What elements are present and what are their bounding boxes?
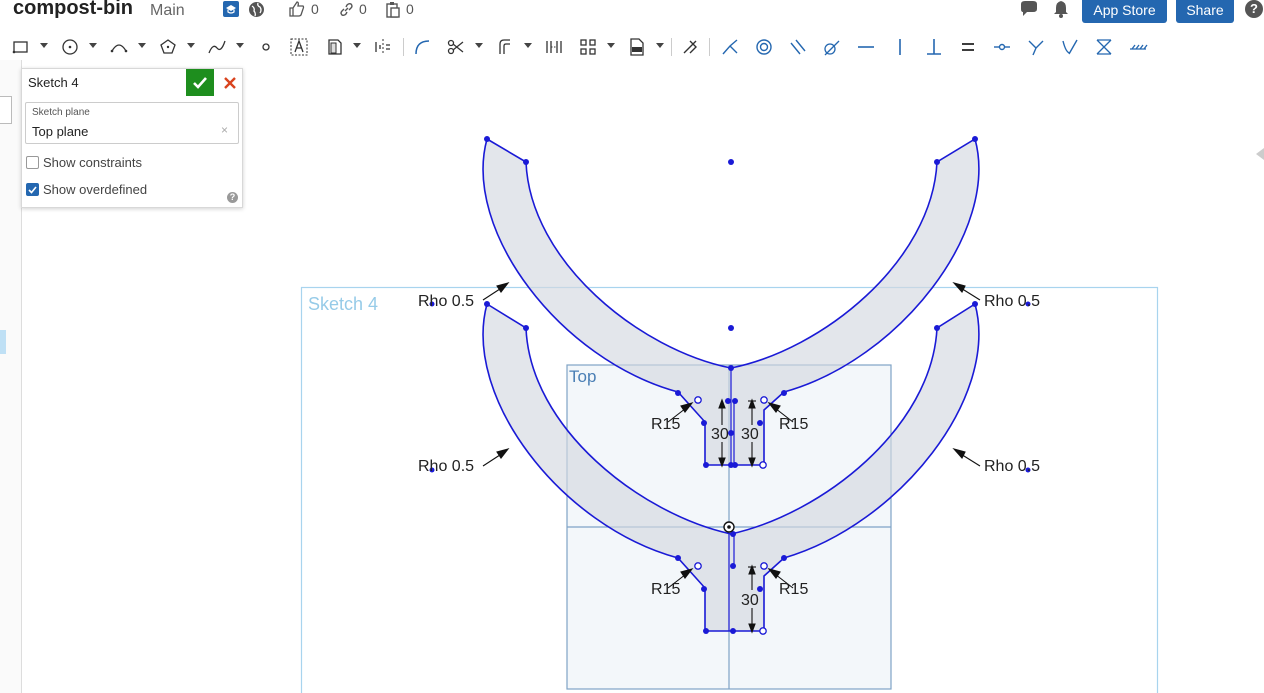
rectangle-dropdown-icon[interactable]: [40, 43, 48, 48]
dxf-import-tool-icon[interactable]: [624, 34, 650, 60]
construction-dropdown-icon[interactable]: [353, 43, 361, 48]
tangent-tool-icon[interactable]: [819, 34, 845, 60]
toolbar-divider: [709, 38, 710, 56]
top-bar: compost-bin Main 0 0 0 App Store Share ?: [0, 0, 1264, 26]
show-overdefined-label: Show overdefined: [43, 182, 148, 197]
toolbar-divider: [403, 38, 404, 56]
circle-dropdown-icon[interactable]: [89, 43, 97, 48]
vertical-tool-icon[interactable]: [887, 34, 913, 60]
comments-icon[interactable]: [1019, 0, 1039, 18]
sketch-dialog: Sketch 4 Sketch plane Top plane × Show c…: [21, 68, 243, 208]
close-icon: [224, 76, 236, 89]
branch-name[interactable]: Main: [150, 2, 185, 20]
dxf-dropdown-icon[interactable]: [656, 43, 664, 48]
copies-button[interactable]: 0: [385, 0, 414, 18]
spline-tool-icon[interactable]: [204, 34, 230, 60]
arc-tool-icon[interactable]: [106, 34, 132, 60]
show-overdefined-checkbox[interactable]: [26, 183, 39, 196]
point-tool-icon[interactable]: [253, 34, 279, 60]
share-button[interactable]: Share: [1176, 0, 1234, 23]
accept-button[interactable]: [186, 69, 214, 96]
toolbar-divider: [671, 38, 672, 56]
text-tool-icon[interactable]: [286, 34, 312, 60]
rho-dimension-upper-right[interactable]: Rho 0.5: [984, 293, 1040, 310]
trim-tool-icon[interactable]: [443, 34, 469, 60]
pierce-tool-icon[interactable]: [1057, 34, 1083, 60]
parallel-tool-icon[interactable]: [785, 34, 811, 60]
learning-center-icon[interactable]: [222, 0, 240, 18]
polygon-tool-icon[interactable]: [155, 34, 181, 60]
link-icon: [340, 2, 353, 16]
selected-feature-marker: [0, 330, 6, 354]
like-count: 0: [311, 1, 319, 17]
rectangle-tool-icon[interactable]: [8, 34, 34, 60]
radius-dimension-upper-right[interactable]: R15: [779, 416, 808, 433]
clear-plane-icon[interactable]: ×: [221, 123, 228, 137]
perpendicular-tool-icon[interactable]: [921, 34, 947, 60]
sketch-dialog-title: Sketch 4: [28, 75, 79, 90]
check-icon: [28, 185, 37, 194]
rho-dimension-lower-left[interactable]: Rho 0.5: [418, 458, 474, 475]
cancel-button[interactable]: [218, 69, 242, 96]
feature-list-strip[interactable]: [0, 60, 22, 693]
links-count: 0: [359, 1, 367, 17]
app-store-button[interactable]: App Store: [1082, 0, 1167, 23]
symmetric-tool-icon[interactable]: [1091, 34, 1117, 60]
like-button[interactable]: 0: [288, 0, 319, 18]
linear-pattern-tool-icon[interactable]: [541, 34, 567, 60]
rho-dimension-lower-right[interactable]: Rho 0.5: [984, 458, 1040, 475]
right-panel-toggle-icon[interactable]: [1256, 148, 1264, 160]
show-constraints-row[interactable]: Show constraints: [26, 155, 142, 170]
offset-dropdown-icon[interactable]: [524, 43, 532, 48]
horizontal-tool-icon[interactable]: [853, 34, 879, 60]
spline-dropdown-icon[interactable]: [236, 43, 244, 48]
radius-dimension-upper-left[interactable]: R15: [651, 416, 680, 433]
radius-dimension-lower-left[interactable]: R15: [651, 581, 680, 598]
coincident-tool-icon[interactable]: [717, 34, 743, 60]
fix-tool-icon[interactable]: [1125, 34, 1151, 60]
circle-tool-icon[interactable]: [57, 34, 83, 60]
links-button[interactable]: 0: [339, 0, 367, 18]
feature-list-tab[interactable]: [0, 96, 12, 124]
height-dimension-lower[interactable]: 30: [741, 592, 759, 609]
origin-center: [727, 525, 731, 529]
mirror-tool-icon[interactable]: [370, 34, 396, 60]
equal-tool-icon[interactable]: [955, 34, 981, 60]
normal-tool-icon[interactable]: [1023, 34, 1049, 60]
arc-dropdown-icon[interactable]: [138, 43, 146, 48]
trim-dropdown-icon[interactable]: [475, 43, 483, 48]
midpoint-tool-icon[interactable]: [989, 34, 1015, 60]
help-icon[interactable]: ?: [1245, 0, 1263, 18]
plane-label: Top: [569, 367, 596, 386]
pattern-dropdown-icon[interactable]: [607, 43, 615, 48]
show-overdefined-row[interactable]: Show overdefined: [26, 182, 147, 197]
show-constraints-checkbox[interactable]: [26, 156, 39, 169]
globe-icon[interactable]: [248, 0, 265, 18]
concentric-tool-icon[interactable]: [751, 34, 777, 60]
show-constraints-label: Show constraints: [43, 155, 142, 170]
construction-tool-icon[interactable]: [321, 34, 347, 60]
sketch-plane-field[interactable]: Sketch plane Top plane ×: [25, 102, 239, 144]
radius-dimension-lower-right[interactable]: R15: [779, 581, 808, 598]
height-dimension-upper-left[interactable]: 30: [711, 426, 729, 443]
checkmark-icon: [193, 76, 207, 89]
copies-count: 0: [406, 1, 414, 17]
rho-dimension-upper-left[interactable]: Rho 0.5: [418, 293, 474, 310]
sketch-plane-value: Top plane: [32, 124, 89, 139]
dialog-help-icon[interactable]: ?: [227, 192, 238, 203]
notifications-icon[interactable]: [1052, 0, 1070, 18]
grid-pattern-tool-icon[interactable]: [575, 34, 601, 60]
fillet-tool-icon[interactable]: [409, 34, 435, 60]
sketch-plane-label: Sketch plane: [32, 107, 90, 118]
document-title[interactable]: compost-bin: [13, 0, 133, 20]
clipboard-icon: [386, 1, 400, 18]
offset-tool-icon[interactable]: [492, 34, 518, 60]
sketch-toolbar: [0, 34, 1160, 60]
thumbs-up-icon: [289, 1, 305, 17]
height-dimension-upper-right[interactable]: 30: [741, 426, 759, 443]
polygon-dropdown-icon[interactable]: [187, 43, 195, 48]
sketch-label: Sketch 4: [308, 294, 378, 314]
dimension-tool-icon[interactable]: [677, 34, 703, 60]
